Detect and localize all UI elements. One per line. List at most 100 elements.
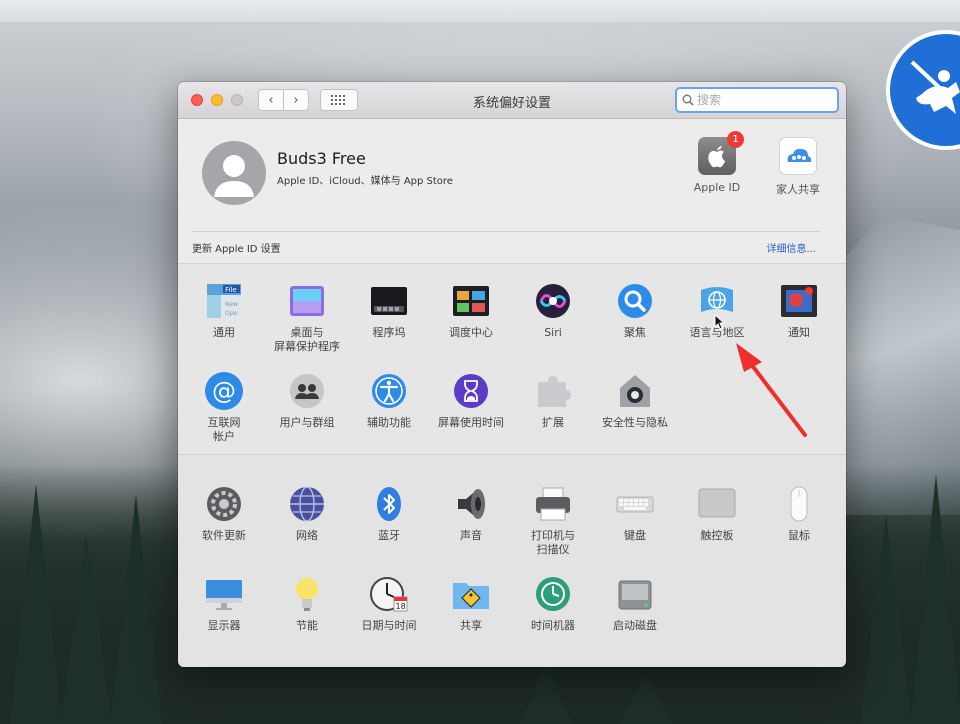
accessibility-icon (370, 372, 408, 410)
time-machine-icon (534, 575, 572, 613)
siri-icon (534, 282, 572, 320)
details-link[interactable]: 详细信息... (766, 240, 816, 255)
title-bar: ‹ › 系统偏好设置 (178, 82, 846, 119)
personal-prefs-section: File New Ope 通用 桌面与 屏幕保护程序 程序坞 调度中心 Siri… (178, 263, 846, 454)
energy-saver-icon (288, 575, 326, 613)
svg-text:New: New (225, 301, 238, 308)
pref-printers-scanners[interactable]: 打印机与 扫描仪 (512, 485, 594, 557)
pref-mission-control[interactable]: 调度中心 (430, 282, 512, 340)
family-sharing-icon (779, 137, 817, 175)
search-icon (682, 94, 694, 106)
hardware-prefs-section: 软件更新 网络 蓝牙 声音 打印机与 扫描仪 键盘 触控板 鼠标 显示器 节能 … (178, 454, 846, 667)
user-silhouette-icon (214, 155, 254, 197)
pref-accessibility[interactable]: 辅助功能 (348, 372, 430, 430)
startup-disk-icon (616, 575, 654, 613)
pref-label: 日期与时间 (361, 619, 417, 632)
pref-dock[interactable]: 程序坞 (348, 282, 430, 340)
pref-security-privacy[interactable]: 安全性与隐私 (594, 372, 676, 430)
notifications-icon (780, 282, 818, 320)
pref-label: 屏幕使用时间 (438, 416, 504, 429)
update-apple-id-notice: 更新 Apple ID 设置 (192, 244, 281, 255)
family-sharing-pref[interactable]: 家人共享 (758, 137, 838, 197)
extensions-icon (534, 372, 572, 410)
pref-keyboard[interactable]: 键盘 (594, 485, 676, 543)
trackpad-icon (698, 485, 736, 523)
security-privacy-icon (616, 372, 654, 410)
pref-date-time[interactable]: 18 日期与时间 (348, 575, 430, 633)
pref-internet-accounts[interactable]: @ 互联网 帐户 (183, 372, 265, 444)
pref-trackpad[interactable]: 触控板 (676, 485, 758, 543)
pref-bluetooth[interactable]: 蓝牙 (348, 485, 430, 543)
date-time-icon: 18 (370, 575, 408, 613)
calendar-day: 18 (396, 602, 406, 611)
pref-label: 扩展 (542, 416, 564, 429)
sound-icon (452, 485, 490, 523)
general-icon: File New Ope (205, 282, 243, 320)
software-update-icon (205, 485, 243, 523)
pref-label: 启动磁盘 (613, 619, 657, 632)
mission-control-icon (452, 282, 490, 320)
pref-screen-time[interactable]: 屏幕使用时间 (430, 372, 512, 430)
pref-label: 辅助功能 (367, 416, 411, 429)
pref-label: 安全性与隐私 (602, 416, 668, 429)
user-name: Buds3 Free (277, 149, 366, 168)
pref-label: 通用 (213, 326, 235, 339)
pref-label: 通知 (788, 326, 810, 339)
notification-badge: 1 (727, 131, 744, 148)
pref-label: 网络 (296, 529, 318, 542)
pref-siri[interactable]: Siri (512, 282, 594, 340)
user-subtitle: Apple ID、iCloud、媒体与 App Store (277, 176, 453, 187)
divider (192, 231, 820, 232)
desktop-screensaver-icon (288, 282, 326, 320)
knight-logo-icon (886, 30, 960, 150)
pref-startup-disk[interactable]: 启动磁盘 (594, 575, 676, 633)
displays-icon (205, 575, 243, 613)
pref-label: 用户与群组 (279, 416, 335, 429)
apple-id-icon: 1 (698, 131, 744, 175)
pref-label: 聚焦 (624, 326, 646, 339)
pref-energy-saver[interactable]: 节能 (266, 575, 348, 633)
sharing-icon (452, 575, 490, 613)
pref-sound[interactable]: 声音 (430, 485, 512, 543)
apple-id-pref[interactable]: 1 Apple ID (677, 131, 757, 194)
pref-extensions[interactable]: 扩展 (512, 372, 594, 430)
pref-spotlight[interactable]: 聚焦 (594, 282, 676, 340)
pref-sharing[interactable]: 共享 (430, 575, 512, 633)
printers-scanners-icon (534, 485, 572, 523)
internet-accounts-icon: @ (205, 372, 243, 410)
pref-label: 节能 (296, 619, 318, 632)
svg-text:Ope: Ope (225, 310, 238, 317)
family-sharing-label: 家人共享 (776, 183, 820, 196)
users-groups-icon (288, 372, 326, 410)
bluetooth-icon (370, 485, 408, 523)
mouse-icon (780, 485, 818, 523)
user-avatar[interactable] (202, 141, 266, 205)
pref-label: 软件更新 (202, 529, 246, 542)
pref-label: 显示器 (207, 619, 241, 632)
pref-software-update[interactable]: 软件更新 (183, 485, 265, 543)
search-input[interactable] (694, 93, 827, 107)
pref-desktop-screensaver[interactable]: 桌面与 屏幕保护程序 (266, 282, 348, 354)
screen-time-icon (452, 372, 490, 410)
pref-time-machine[interactable]: 时间机器 (512, 575, 594, 633)
mouse-cursor (714, 313, 726, 334)
keyboard-icon (616, 485, 654, 523)
pref-label: 键盘 (624, 529, 646, 542)
dock-icon (370, 282, 408, 320)
apple-id-section: Buds3 Free Apple ID、iCloud、媒体与 App Store… (178, 119, 846, 262)
menu-bar (0, 0, 960, 22)
pref-label: 共享 (460, 619, 482, 632)
pref-notifications[interactable]: 通知 (758, 282, 840, 340)
pref-displays[interactable]: 显示器 (183, 575, 265, 633)
pref-label: 鼠标 (788, 529, 810, 542)
search-field[interactable] (675, 87, 839, 113)
pref-mouse[interactable]: 鼠标 (758, 485, 840, 543)
pref-label: 桌面与 屏幕保护程序 (274, 326, 340, 353)
pref-network[interactable]: 网络 (266, 485, 348, 543)
pref-label: 时间机器 (531, 619, 575, 632)
system-preferences-window: ‹ › 系统偏好设置 搜索 Buds3 Free Apple ID、iCloud… (178, 82, 846, 667)
network-icon (288, 485, 326, 523)
pref-general[interactable]: File New Ope 通用 (183, 282, 265, 340)
pref-users-groups[interactable]: 用户与群组 (266, 372, 348, 430)
apple-id-label: Apple ID (693, 181, 741, 194)
